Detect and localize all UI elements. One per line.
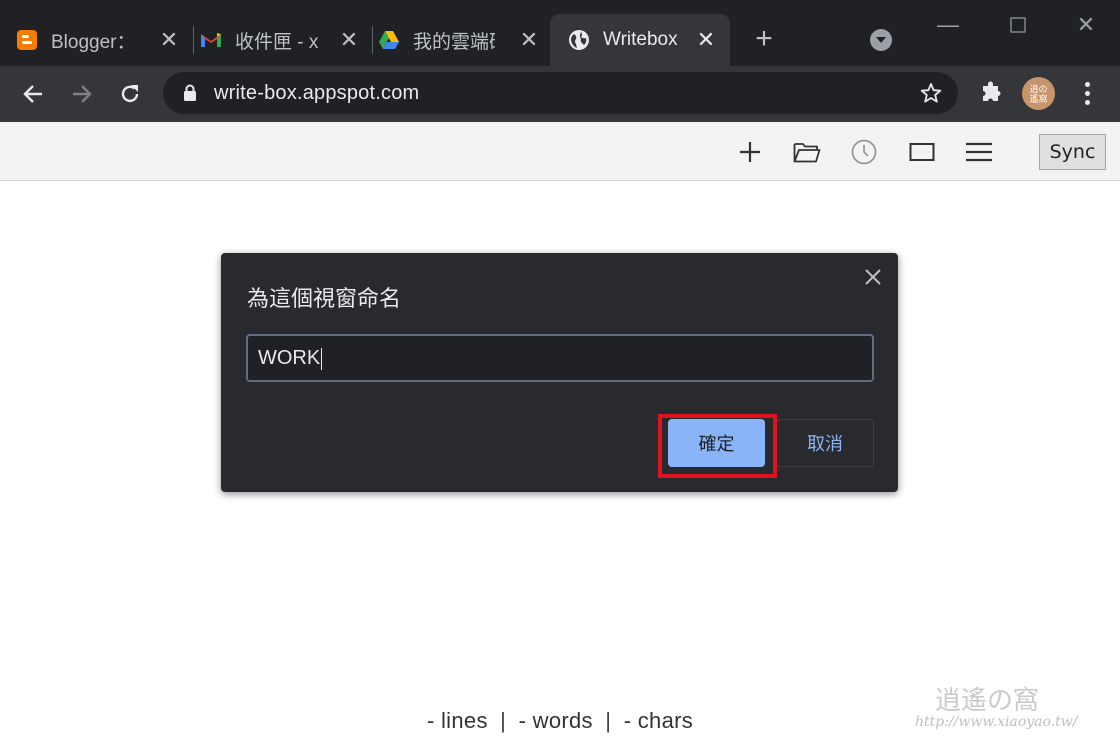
- forward-arrow-icon[interactable]: [66, 78, 98, 110]
- tab-gmail[interactable]: 收件匣 - x ✕: [200, 14, 370, 66]
- close-tab-icon[interactable]: ✕: [696, 29, 716, 51]
- char-count: - chars: [623, 708, 694, 733]
- stats-separator: |: [605, 708, 612, 733]
- window-icon[interactable]: [908, 140, 936, 164]
- stats-separator: |: [500, 708, 507, 733]
- globe-icon: [568, 29, 590, 51]
- close-window-icon[interactable]: ✕: [1071, 10, 1101, 40]
- cancel-button[interactable]: 取消: [776, 419, 874, 467]
- close-tab-icon[interactable]: ✕: [519, 29, 539, 51]
- google-drive-icon: [378, 29, 400, 51]
- dialog-title: 為這個視窗命名: [247, 286, 402, 311]
- site-watermark: 逍遙の窩 http://www.xiaoyao.tw/: [915, 688, 1077, 730]
- menu-icon[interactable]: [965, 140, 993, 164]
- close-tab-icon[interactable]: ✕: [339, 29, 359, 51]
- watermark-url: http://www.xiaoyao.tw/: [915, 714, 1078, 730]
- more-menu-icon[interactable]: [1078, 80, 1098, 108]
- profile-avatar[interactable]: 逍の遙窩: [1022, 77, 1055, 110]
- window-name-input[interactable]: WORK: [246, 334, 874, 382]
- tab-title: 收件匣 - x: [235, 31, 319, 53]
- line-count: - lines: [426, 708, 488, 733]
- tab-search-icon[interactable]: [870, 29, 892, 51]
- watermark-name: 逍遙の窩: [935, 686, 1040, 716]
- close-tab-icon[interactable]: ✕: [159, 29, 179, 51]
- clock-icon[interactable]: [850, 139, 878, 165]
- tab-google-drive[interactable]: 我的雲端硬 ✕: [378, 14, 548, 66]
- maximize-window-icon[interactable]: [1003, 10, 1033, 40]
- input-value: WORK: [258, 347, 321, 369]
- writebox-toolbar: Sync: [0, 122, 1120, 181]
- address-bar[interactable]: write-box.appspot.com: [163, 72, 958, 114]
- tab-title: Writebox: [603, 29, 678, 50]
- tab-divider: [372, 26, 373, 54]
- text-caret: [321, 347, 323, 370]
- url-text: write-box.appspot.com: [214, 82, 420, 104]
- folder-icon[interactable]: [793, 140, 821, 164]
- bookmark-star-icon[interactable]: [920, 82, 942, 109]
- blogger-icon: [16, 29, 38, 51]
- sync-button[interactable]: Sync: [1039, 134, 1106, 170]
- confirm-highlight-box: [658, 414, 777, 478]
- avatar-text: 逍の遙窩: [1029, 83, 1048, 104]
- extensions-puzzle-icon[interactable]: [979, 81, 1003, 110]
- gmail-icon: [200, 29, 222, 51]
- close-icon[interactable]: [861, 265, 885, 289]
- word-count: - words: [518, 708, 593, 733]
- reload-icon[interactable]: [114, 78, 146, 110]
- tab-divider: [193, 26, 194, 54]
- tab-writebox[interactable]: Writebox ✕: [550, 14, 730, 66]
- tab-title: 我的雲端硬: [413, 31, 495, 53]
- rename-window-dialog: 為這個視窗命名 WORK 確定 取消: [221, 253, 898, 492]
- minimize-window-icon[interactable]: —: [933, 10, 963, 40]
- tab-blogger[interactable]: Blogger： ✕: [16, 14, 186, 66]
- plus-icon[interactable]: [736, 140, 764, 164]
- tab-title: Blogger：: [51, 31, 133, 53]
- new-tab-button[interactable]: +: [750, 24, 778, 54]
- browser-tab-strip: Blogger： ✕ 收件匣 - x ✕ 我的雲端硬 ✕ Writebox ✕ …: [0, 0, 1120, 66]
- back-arrow-icon[interactable]: [17, 78, 49, 110]
- browser-toolbar: write-box.appspot.com 逍の遙窩: [0, 66, 1120, 122]
- lock-icon[interactable]: [183, 84, 197, 107]
